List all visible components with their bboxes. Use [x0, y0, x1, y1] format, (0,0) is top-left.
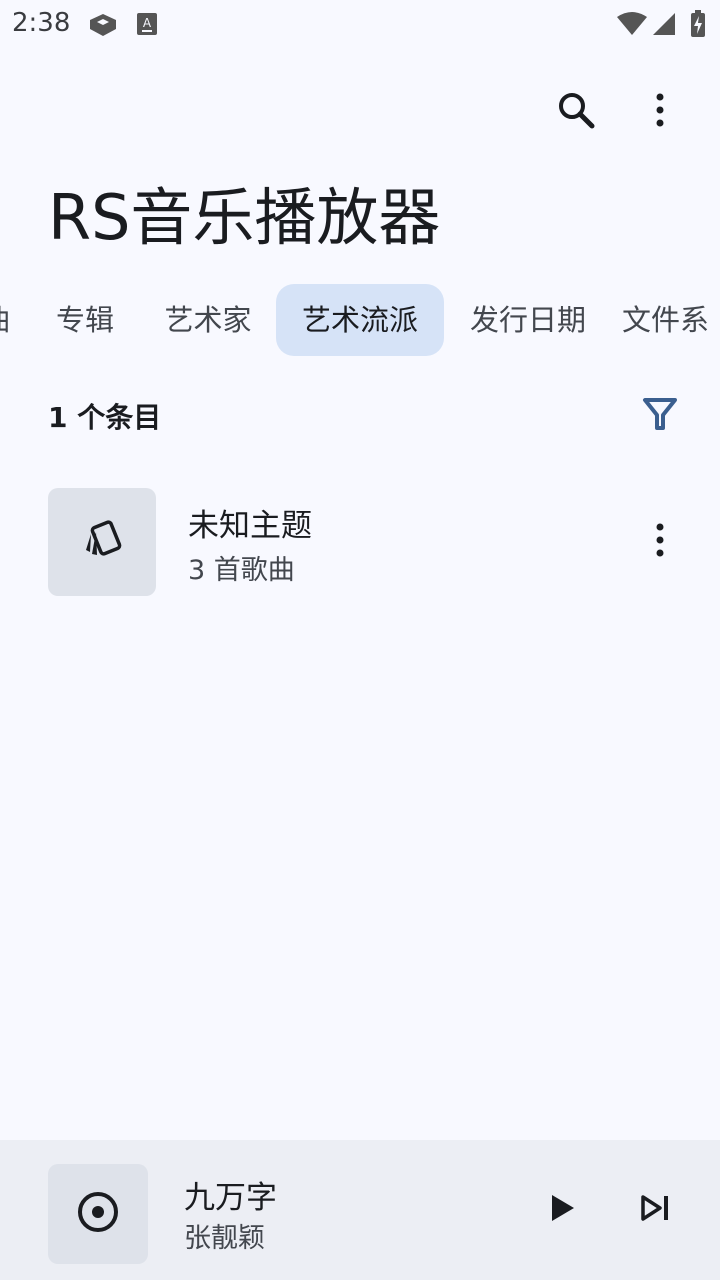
cell-signal-icon [652, 12, 676, 40]
skip-next-button[interactable] [628, 1182, 684, 1238]
genre-title: 未知主题 [188, 508, 312, 544]
search-button[interactable] [548, 84, 604, 140]
status-bar: 2:38 A [0, 0, 720, 48]
play-button[interactable] [534, 1182, 590, 1238]
skip-next-icon [640, 1194, 672, 1226]
tab-albums[interactable]: 专辑 [40, 284, 130, 356]
now-playing-title: 九万字 [184, 1180, 277, 1216]
keyboard-a-icon: A [136, 12, 158, 40]
more-vert-icon [654, 92, 666, 132]
play-icon [548, 1192, 576, 1228]
filter-button[interactable] [632, 388, 688, 444]
wifi-icon [616, 12, 648, 40]
disc-icon [76, 1190, 120, 1238]
status-time: 2:38 [12, 8, 71, 38]
item-count: 1 个条目 [48, 401, 162, 434]
tab-songs[interactable]: 曲 [0, 284, 14, 356]
now-playing-artwork [48, 1164, 148, 1264]
page-title: RS音乐播放器 [48, 181, 441, 254]
genre-list-item[interactable]: 未知主题 3 首歌曲 [0, 472, 720, 612]
sim-card-icon [88, 12, 118, 42]
battery-charging-icon [690, 10, 706, 42]
search-icon [556, 90, 596, 134]
tab-release-date[interactable]: 发行日期 [454, 284, 602, 356]
tab-genres[interactable]: 艺术流派 [276, 284, 444, 356]
more-options-button[interactable] [632, 84, 688, 140]
now-playing-artist: 张靓颖 [184, 1223, 265, 1254]
tab-artists[interactable]: 艺术家 [150, 284, 266, 356]
item-more-button[interactable] [632, 514, 688, 570]
filter-icon [642, 396, 678, 436]
tab-bar: 曲 专辑 艺术家 艺术流派 发行日期 文件系 [0, 284, 720, 356]
genre-cards-icon [78, 516, 126, 568]
mini-player[interactable]: 九万字 张靓颖 [0, 1140, 720, 1280]
more-vert-icon [654, 522, 666, 562]
tab-file-system[interactable]: 文件系 [622, 284, 720, 356]
genre-song-count: 3 首歌曲 [188, 555, 295, 586]
screen: 2:38 A RS音乐播放器 曲 专辑 艺术家 艺术流派 发行日期 [0, 0, 720, 1280]
svg-text:A: A [143, 16, 152, 30]
genre-thumbnail [48, 488, 156, 596]
